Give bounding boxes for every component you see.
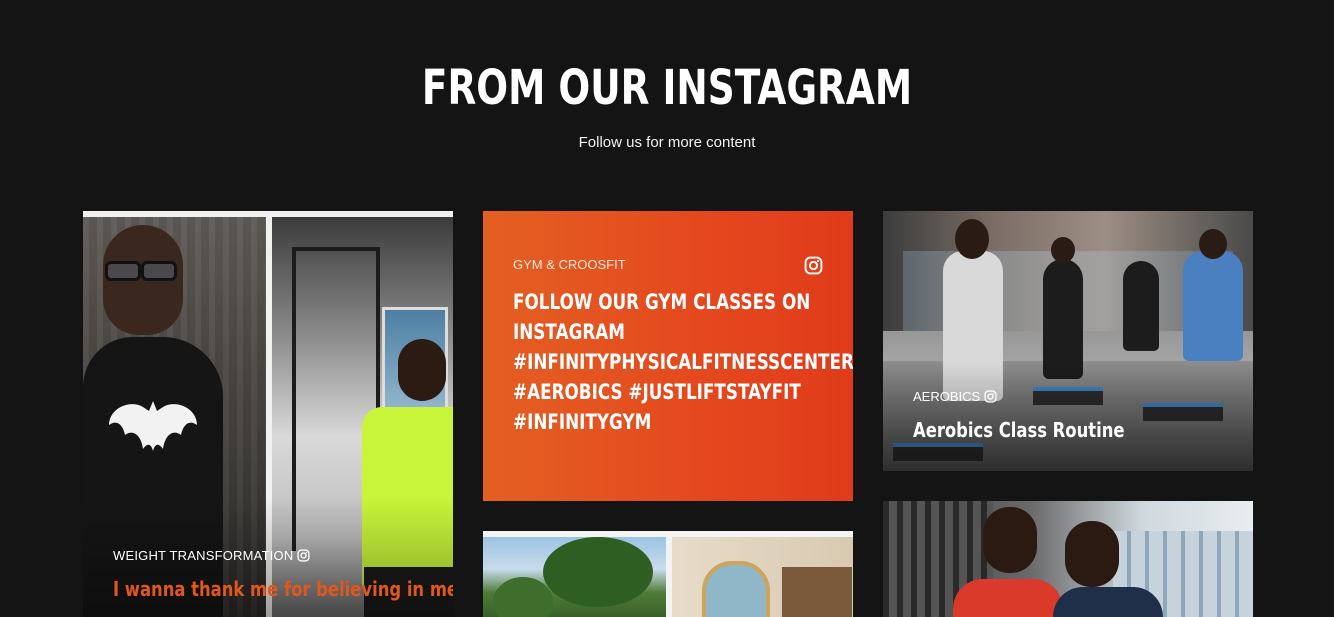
section-title: FROM OUR INSTAGRAM bbox=[421, 60, 913, 116]
section-subtitle: Follow us for more content bbox=[578, 134, 756, 151]
post-caption[interactable]: FOLLOW OUR GYM CLASSES ON INSTAGRAM #INF… bbox=[513, 287, 853, 437]
instagram-section: FROM OUR INSTAGRAM Follow us for more co… bbox=[0, 0, 1334, 617]
instagram-post-aerobics[interactable]: AEROBICS Aerobics Class Routine bbox=[883, 211, 1253, 471]
batman-logo-icon bbox=[109, 401, 197, 451]
post-caption[interactable]: I wanna thank me for believing in me bbox=[113, 576, 453, 602]
post-photo-outdoor bbox=[483, 537, 666, 617]
post-caption[interactable]: Aerobics Class Routine bbox=[913, 417, 1125, 443]
post-category: AEROBICS bbox=[913, 389, 997, 404]
instagram-post-weight-transformation[interactable]: WEIGHT TRANSFORMATION I wanna thank me f… bbox=[83, 211, 453, 617]
instagram-post-image[interactable] bbox=[483, 531, 853, 617]
post-category: WEIGHT TRANSFORMATION bbox=[113, 548, 311, 563]
instagram-icon bbox=[297, 549, 311, 562]
instagram-post-image[interactable] bbox=[883, 501, 1253, 617]
post-category: GYM & CROOSFIT bbox=[513, 257, 626, 272]
instagram-icon bbox=[984, 390, 997, 403]
instagram-post-gym-crossfit[interactable]: GYM & CROOSFIT FOLLOW OUR GYM CLASSES ON… bbox=[483, 211, 853, 501]
instagram-icon[interactable] bbox=[804, 256, 823, 275]
post-photo-indoor bbox=[672, 537, 853, 617]
